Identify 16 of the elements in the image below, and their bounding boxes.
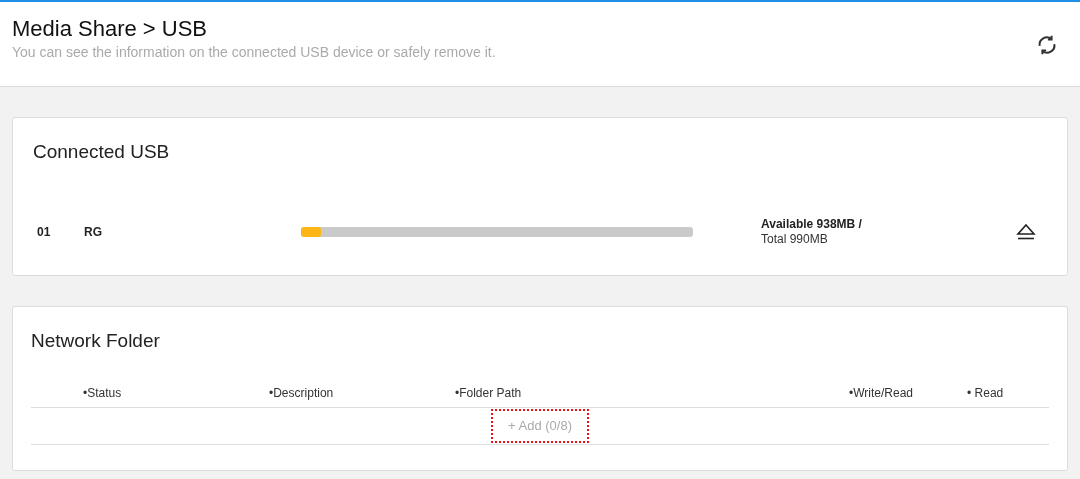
total-space: Total 990MB (761, 231, 829, 247)
page-title: Media Share > USB (12, 16, 209, 42)
column-header: •Status (83, 386, 122, 400)
add-button[interactable]: + Add (0/8) (491, 408, 589, 443)
column-header: • Read (967, 386, 1004, 400)
column-header: •Description (269, 386, 334, 400)
refresh-icon[interactable] (1036, 34, 1058, 56)
device-index: 01 (36, 223, 52, 241)
column-header: •Folder Path (455, 386, 522, 400)
column-header: •Write/Read (849, 386, 913, 400)
page-subtitle: You can see the information on the connected USB device or safely remove it. (12, 43, 496, 61)
device-name: RG (84, 223, 103, 241)
section-title: Connected USB (33, 140, 171, 164)
section-title: Network Folder (31, 329, 161, 353)
eject-icon[interactable] (1016, 222, 1036, 241)
available-space: Available 938MB / (761, 216, 863, 232)
